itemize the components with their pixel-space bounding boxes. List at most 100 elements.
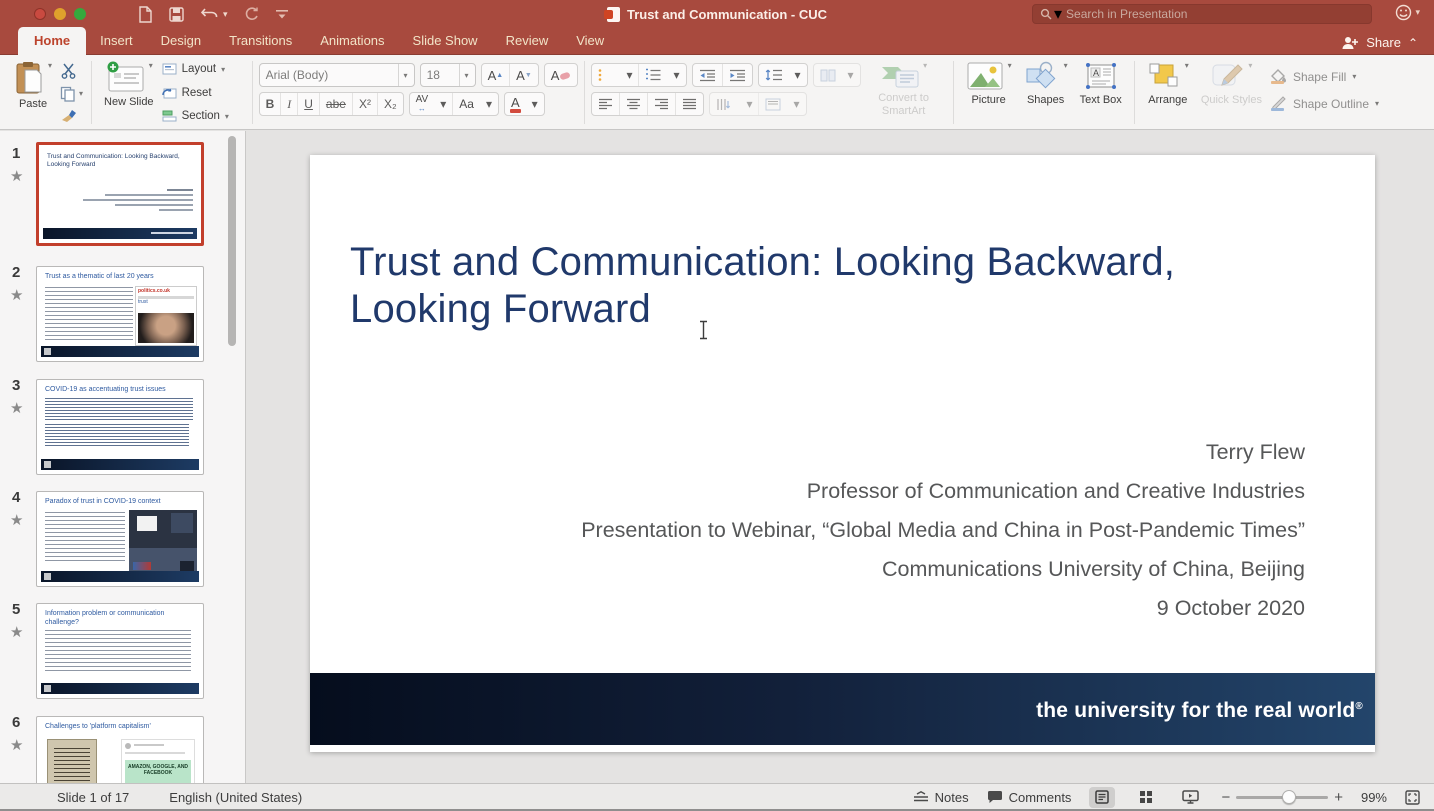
thumb-footer-bar — [41, 346, 199, 357]
shapes-button[interactable]: ▾ Shapes — [1018, 59, 1074, 126]
tab-home[interactable]: Home — [18, 27, 86, 55]
bold-button[interactable]: B — [260, 93, 281, 115]
share-button[interactable]: Share ⌃ — [1341, 35, 1434, 55]
align-right-button[interactable] — [648, 93, 675, 115]
new-slide-button[interactable]: ▾ New Slide — [98, 59, 160, 126]
picture-button[interactable]: ▾ Picture — [960, 59, 1018, 126]
notes-toggle[interactable]: Notes — [913, 790, 969, 805]
clear-formatting-button[interactable]: A — [545, 64, 578, 86]
tab-slide-show[interactable]: Slide Show — [399, 27, 492, 55]
tab-transitions[interactable]: Transitions — [215, 27, 306, 55]
tab-animations[interactable]: Animations — [306, 27, 398, 55]
slide-subtitle[interactable]: Terry Flew Professor of Communication an… — [375, 433, 1305, 628]
section-button[interactable]: Section ▾ — [162, 110, 244, 122]
line-spacing-button[interactable] — [759, 64, 789, 86]
slide-canvas[interactable]: Trust and Communication: Looking Backwar… — [310, 155, 1375, 752]
paste-dropdown-icon[interactable]: ▾ — [48, 61, 52, 70]
cut-icon[interactable] — [60, 63, 78, 79]
shape-fill-button[interactable]: Shape Fill ▾ — [1270, 69, 1394, 84]
customize-toolbar-icon[interactable] — [275, 9, 289, 19]
share-person-icon — [1341, 36, 1359, 50]
arrange-dropdown-icon[interactable]: ▾ — [1185, 61, 1189, 70]
thumb-number-1: 1 — [12, 145, 20, 162]
collapse-ribbon-icon[interactable]: ⌃ — [1408, 36, 1418, 50]
new-slide-dropdown-icon[interactable]: ▾ — [149, 61, 153, 70]
fit-slide-to-window-icon[interactable] — [1405, 790, 1420, 805]
shrink-font-button[interactable]: A▼ — [510, 64, 538, 86]
zoom-slider[interactable] — [1236, 796, 1328, 799]
font-size-select[interactable]: 18 ▾ — [420, 63, 476, 87]
font-name-select[interactable]: Arial (Body) ▾ — [259, 63, 415, 87]
zoom-window-button[interactable] — [74, 8, 86, 20]
numbering-button[interactable] — [639, 64, 667, 86]
align-left-button[interactable] — [592, 93, 619, 115]
change-case-button[interactable]: Aa — [453, 93, 480, 115]
zoom-in-button[interactable]: + — [1334, 789, 1343, 806]
justify-button[interactable] — [676, 93, 703, 115]
align-center-button[interactable] — [620, 93, 647, 115]
quick-styles-chevron-icon: ▾ — [1248, 61, 1252, 70]
slide-thumbnail-1[interactable]: Trust and Communication: Looking Backwar… — [36, 142, 204, 246]
subscript-button[interactable]: X₂ — [378, 93, 403, 115]
reset-button[interactable]: Reset — [162, 87, 244, 99]
copy-dropdown-icon[interactable]: ▾ — [79, 89, 83, 98]
zoom-slider-knob[interactable] — [1282, 790, 1296, 804]
tab-insert[interactable]: Insert — [86, 27, 147, 55]
underline-button[interactable]: U — [298, 93, 319, 115]
search-input[interactable]: ▾ Search in Presentation — [1032, 4, 1372, 24]
feedback-control[interactable]: ▾ — [1395, 4, 1420, 21]
shapes-dropdown-icon[interactable]: ▾ — [1064, 61, 1068, 70]
columns-button[interactable] — [814, 64, 842, 86]
strikethrough-button[interactable]: abe — [320, 93, 352, 115]
grow-font-button[interactable]: A▲ — [482, 64, 510, 86]
tab-design[interactable]: Design — [147, 27, 215, 55]
slide-title[interactable]: Trust and Communication: Looking Backwar… — [350, 239, 1290, 333]
shape-outline-button[interactable]: Shape Outline ▾ — [1270, 96, 1394, 111]
convert-smartart-button[interactable]: ▾ Convert to SmartArt — [861, 59, 947, 126]
tab-review[interactable]: Review — [492, 27, 563, 55]
layout-button[interactable]: Layout ▾ — [162, 63, 244, 75]
align-text-button[interactable] — [759, 93, 787, 115]
character-spacing-button[interactable]: AV ↔ — [410, 93, 435, 115]
slide-thumbnail-5[interactable]: Information problem or communication cha… — [36, 603, 204, 699]
language-setting[interactable]: English (United States) — [169, 790, 302, 805]
slideshow-view-button[interactable] — [1177, 787, 1203, 808]
text-direction-button[interactable] — [710, 93, 740, 115]
undo-dropdown-icon[interactable]: ▾ — [223, 9, 228, 20]
copy-icon[interactable] — [60, 86, 76, 102]
comments-toggle[interactable]: Comments — [987, 790, 1072, 805]
slide-thumbnail-4[interactable]: Paradox of trust in COVID-19 context — [36, 491, 204, 587]
font-color-button[interactable]: A — [505, 93, 526, 115]
slide-thumbnail-2[interactable]: Trust as a thematic of last 20 years pol… — [36, 266, 204, 362]
picture-dropdown-icon[interactable]: ▾ — [1008, 61, 1012, 70]
zoom-out-button[interactable]: − — [1221, 789, 1230, 806]
slide-thumbnail-6[interactable]: Challenges to 'platform capitalism' AMAZ… — [36, 716, 204, 783]
quick-access-toolbar: ▾ — [138, 6, 289, 23]
redo-icon[interactable] — [244, 7, 259, 22]
format-painter-icon[interactable] — [60, 108, 78, 122]
new-document-icon[interactable] — [138, 6, 153, 23]
close-window-button[interactable] — [34, 8, 46, 20]
normal-view-button[interactable] — [1089, 787, 1115, 808]
slide-sorter-icon — [1139, 790, 1153, 804]
paste-button[interactable]: ▾ Paste — [8, 59, 58, 126]
font-size-chevron-icon: ▾ — [459, 64, 469, 86]
window-controls[interactable] — [34, 8, 86, 20]
slide-sorter-view-button[interactable] — [1133, 787, 1159, 808]
save-icon[interactable] — [169, 7, 184, 22]
slide-thumbnail-3[interactable]: COVID-19 as accentuating trust issues — [36, 379, 204, 475]
tab-view[interactable]: View — [562, 27, 618, 55]
arrange-button[interactable]: ▾ Arrange — [1141, 59, 1195, 126]
quick-styles-button[interactable]: ▾ Quick Styles — [1195, 59, 1268, 126]
thumbnail-scrollbar[interactable] — [228, 136, 236, 346]
textbox-button[interactable]: A Text Box — [1074, 59, 1128, 126]
search-scope-chevron-icon[interactable]: ▾ — [1054, 4, 1062, 24]
undo-icon[interactable] — [200, 7, 219, 21]
decrease-indent-button[interactable] — [693, 64, 722, 86]
bullets-button[interactable] — [592, 64, 620, 86]
minimize-window-button[interactable] — [54, 8, 66, 20]
zoom-percent[interactable]: 99% — [1361, 790, 1387, 805]
increase-indent-button[interactable] — [723, 64, 752, 86]
superscript-button[interactable]: X² — [353, 93, 377, 115]
italic-button[interactable]: I — [281, 93, 297, 115]
